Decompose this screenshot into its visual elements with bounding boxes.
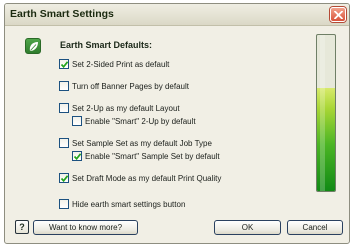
option-hide-button[interactable]: Hide earth smart settings button — [59, 198, 185, 210]
close-button[interactable] — [330, 7, 346, 22]
option-two-sided[interactable]: Set 2-Sided Print as default — [59, 58, 169, 70]
option-label: Set Draft Mode as my default Print Quali… — [72, 173, 222, 183]
checkbox-sample-set[interactable] — [59, 138, 69, 148]
checkbox-draft-mode[interactable] — [59, 173, 69, 183]
close-icon — [334, 11, 343, 19]
settings-dialog: Earth Smart Settings Earth Smart Default… — [4, 3, 350, 244]
option-label: Set 2-Sided Print as default — [72, 59, 170, 69]
window-title: Earth Smart Settings — [10, 8, 114, 20]
checkbox-two-up[interactable] — [59, 103, 69, 113]
checkbox-banner-pages[interactable] — [59, 81, 69, 91]
option-draft-mode[interactable]: Set Draft Mode as my default Print Quali… — [59, 172, 221, 184]
option-label: Set 2-Up as my default Layout — [72, 103, 180, 113]
check-icon — [73, 153, 82, 161]
want-to-know-more-button[interactable]: Want to know more? — [33, 220, 138, 235]
help-button[interactable]: ? — [15, 220, 29, 234]
leaf-icon — [25, 38, 41, 54]
option-label: Enable "Smart" 2-Up by default — [85, 116, 196, 126]
option-sample-set[interactable]: Set Sample Set as my default Job Type — [59, 137, 212, 149]
option-smart-two-up[interactable]: Enable "Smart" 2-Up by default — [72, 115, 196, 127]
option-two-up[interactable]: Set 2-Up as my default Layout — [59, 102, 180, 114]
ok-button[interactable]: OK — [214, 220, 281, 235]
title-bar[interactable]: Earth Smart Settings — [5, 4, 349, 26]
option-label: Enable "Smart" Sample Set by default — [85, 151, 220, 161]
check-icon — [60, 61, 69, 69]
option-label: Hide earth smart settings button — [72, 199, 186, 209]
checkbox-smart-sample-set[interactable] — [72, 151, 82, 161]
option-label: Turn off Banner Pages by default — [72, 81, 189, 91]
savings-gauge — [316, 34, 336, 192]
option-label: Set Sample Set as my default Job Type — [72, 138, 212, 148]
checkbox-hide-button[interactable] — [59, 199, 69, 209]
section-heading: Earth Smart Defaults: — [60, 40, 153, 50]
cancel-button[interactable]: Cancel — [287, 220, 343, 235]
checkbox-smart-two-up[interactable] — [72, 116, 82, 126]
checkbox-two-sided[interactable] — [59, 59, 69, 69]
option-banner-pages[interactable]: Turn off Banner Pages by default — [59, 80, 189, 92]
option-smart-sample-set[interactable]: Enable "Smart" Sample Set by default — [72, 150, 220, 162]
check-icon — [60, 175, 69, 183]
